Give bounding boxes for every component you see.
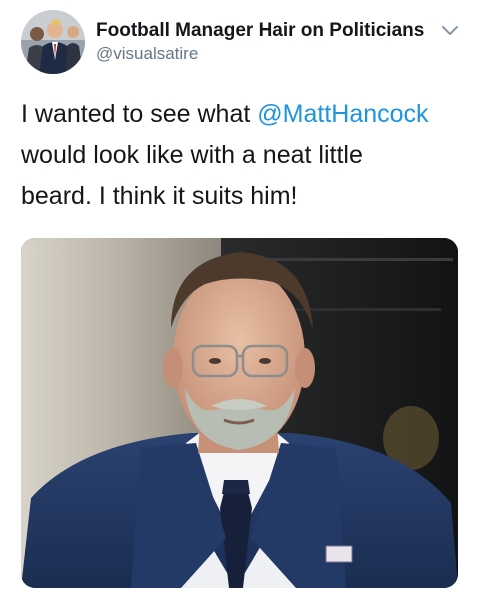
photo-illustration [21, 238, 458, 588]
avatar[interactable] [21, 10, 85, 74]
tweet-text-line-2: would look like with a neat little [21, 141, 363, 169]
tweet-text-line-1: I wanted to see what @MattHancock [21, 94, 466, 135]
tweet-photo[interactable] [21, 238, 458, 588]
tweet-text-start: I wanted to see what [21, 100, 258, 128]
mention-link[interactable]: @MattHancock [257, 100, 428, 128]
avatar-image [21, 10, 85, 74]
chevron-down-icon[interactable] [441, 24, 459, 38]
tweet-text-line-3: beard. I think it suits him! [21, 182, 298, 210]
author-handle[interactable]: @visualsatire [96, 44, 198, 64]
tweet-card: Football Manager Hair on Politicians @vi… [0, 0, 478, 600]
author-name[interactable]: Football Manager Hair on Politicians [96, 20, 424, 42]
tweet-text: I wanted to see what @MattHancock would … [21, 94, 466, 217]
